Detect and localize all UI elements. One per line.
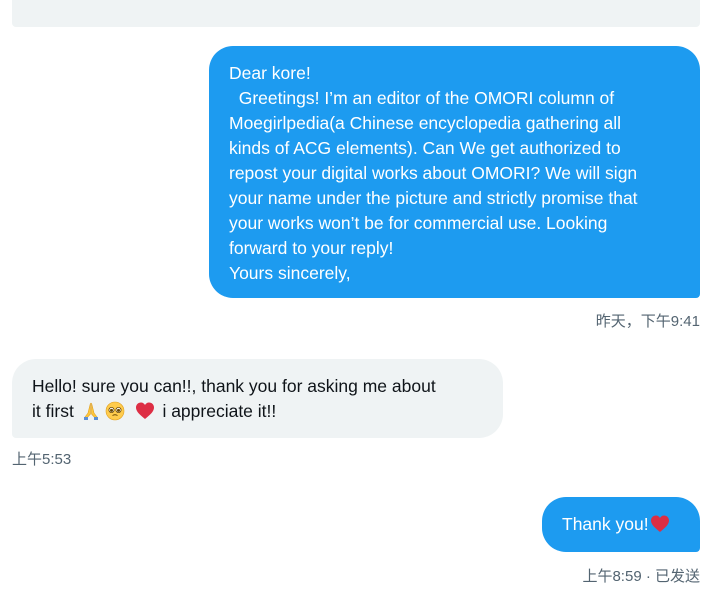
message-line: Moegirlpedia(a Chinese encyclopedia gath… <box>229 113 622 133</box>
message-line: Dear kore! <box>229 63 311 83</box>
message-line: Yours sincerely, <box>229 263 351 283</box>
message-timestamp: 上午5:53 <box>12 451 72 468</box>
message-line: your name under the picture and strictly… <box>229 188 638 208</box>
message-text: i appreciate it!! <box>162 401 277 421</box>
message-bubble-incoming[interactable]: Hello! sure you can!!, thank you for ask… <box>12 359 503 438</box>
message-text: it first <box>32 401 74 421</box>
message-timestamp: 昨天，下午9:41 <box>595 313 700 330</box>
message-line: Greetings! I’m an editor of the OMORI co… <box>229 88 615 108</box>
message-line: forward to your reply! <box>229 238 394 258</box>
message-text: Hello! sure you can!!, thank you for ask… <box>32 376 436 396</box>
pleading-face-icon <box>105 401 124 421</box>
message-bubble-outgoing[interactable]: Dear kore! Greetings! I’m an editor of t… <box>209 46 700 298</box>
message-line: repost your digital works about OMORI? W… <box>229 163 638 183</box>
message-line: your works won’t be for commercial use. … <box>229 213 608 233</box>
message-bubble-outgoing[interactable]: Thank you! <box>542 497 700 552</box>
message-line: kinds of ACG elements). Can We get autho… <box>229 138 621 158</box>
previous-message-bubble <box>12 0 700 27</box>
red-heart-icon <box>650 515 669 532</box>
message-text: Thank you! <box>562 514 649 534</box>
red-heart-icon <box>135 402 154 419</box>
message-timestamp: 上午8:59 · 已发送 <box>582 568 700 585</box>
folded-hands-icon <box>83 402 98 420</box>
